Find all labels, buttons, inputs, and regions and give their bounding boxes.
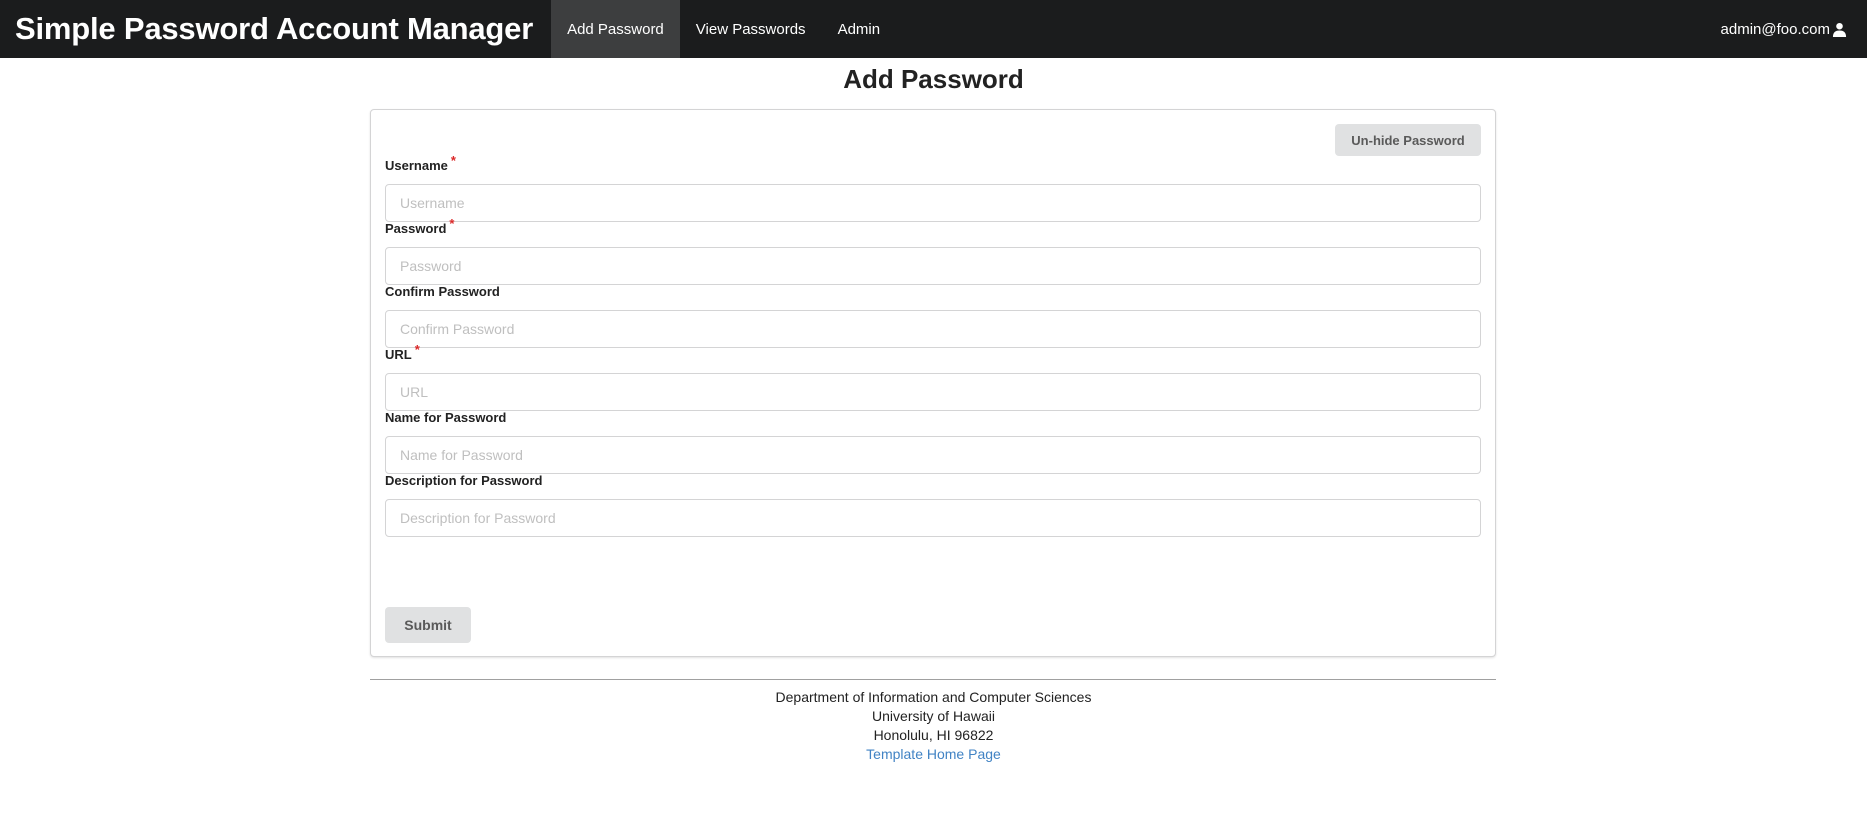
footer-address: Honolulu, HI 96822 [873,727,994,743]
username-label: Username * [385,153,456,173]
password-label: Password * [385,216,455,236]
description-for-password-input[interactable] [385,499,1481,537]
name-field-group: Name for Password [385,410,1481,474]
url-input[interactable] [385,373,1481,411]
confirm-password-label: Confirm Password [385,284,500,299]
unhide-password-button[interactable]: Un-hide Password [1335,124,1481,156]
nav-add-password[interactable]: Add Password [551,0,680,58]
required-marker: * [449,216,455,231]
nav-view-passwords[interactable]: View Passwords [680,0,822,58]
description-field-group: Description for Password [385,473,1481,537]
footer-divider [370,679,1496,680]
user-email: admin@foo.com [1720,20,1830,38]
footer-university: University of Hawaii [872,708,995,724]
top-navbar: Simple Password Account Manager Add Pass… [0,0,1867,58]
submit-button[interactable]: Submit [385,607,471,643]
footer-department: Department of Information and Computer S… [775,689,1092,705]
username-input[interactable] [385,184,1481,222]
url-label: URL * [385,342,420,362]
page-title: Add Password [843,64,1024,94]
confirm-password-field-group: Confirm Password [385,284,1481,348]
name-for-password-label: Name for Password [385,410,507,425]
user-menu[interactable]: admin@foo.com [1721,0,1867,58]
name-for-password-input[interactable] [385,436,1481,474]
template-home-link[interactable]: Template Home Page [866,746,1001,762]
required-marker: * [450,153,456,168]
user-icon [1832,22,1847,37]
app-brand[interactable]: Simple Password Account Manager [0,0,551,58]
confirm-password-input[interactable] [385,310,1481,348]
required-marker: * [414,342,420,357]
nav-admin[interactable]: Admin [822,0,897,58]
username-field-group: Username * [385,153,1481,222]
password-input[interactable] [385,247,1481,285]
footer: Department of Information and Computer S… [0,688,1867,764]
add-password-form: Un-hide Password Username* Password* Con… [370,109,1496,657]
description-for-password-label: Description for Password [385,473,543,488]
url-field-group: URL * [385,342,1481,411]
password-field-group: Password * [385,216,1481,285]
